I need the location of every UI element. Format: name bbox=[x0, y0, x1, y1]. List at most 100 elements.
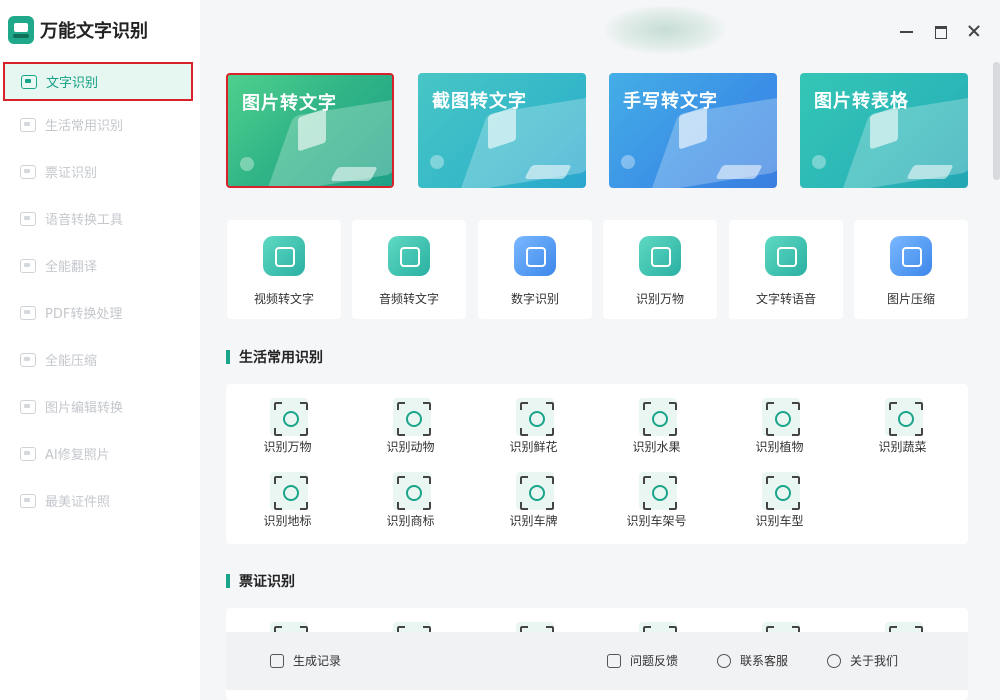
support-button[interactable]: 联系客服 bbox=[717, 652, 788, 669]
id-photo-icon bbox=[20, 493, 36, 508]
sidebar-item-label: PDF转换处理 bbox=[45, 307, 123, 322]
trademark-icon bbox=[393, 472, 431, 510]
sidebar-item-life-recognition[interactable]: 生活常用识别 bbox=[0, 101, 200, 148]
tool-label: 文字转语音 bbox=[755, 292, 816, 306]
section-title-text: 生活常用识别 bbox=[239, 350, 323, 366]
sidebar-nav: 文字识别 生活常用识别 票证识别 语音转换工具 全能翻译 PDF转换处理 全能压… bbox=[0, 60, 200, 524]
maximize-icon[interactable] bbox=[932, 22, 950, 40]
text-tag-icon bbox=[524, 165, 572, 179]
text-tag-icon bbox=[330, 167, 378, 181]
pdf-icon bbox=[20, 305, 36, 320]
banner-image-to-table[interactable]: 图片转表格 bbox=[800, 73, 968, 188]
banner-image-to-text[interactable]: 图片转文字 bbox=[226, 73, 394, 188]
sidebar-item-voice-convert[interactable]: 语音转换工具 bbox=[0, 195, 200, 242]
grid-item-label: 识别地标 bbox=[263, 514, 312, 528]
sidebar-item-label: 最美证件照 bbox=[45, 495, 111, 510]
tool-digit-recognition[interactable]: 数字识别 bbox=[478, 220, 592, 319]
grid-item-label: 识别万物 bbox=[263, 440, 312, 454]
image-edit-icon bbox=[20, 399, 36, 414]
grid-item-car-model[interactable]: 识别车型 bbox=[718, 472, 841, 542]
text-to-speech-icon bbox=[765, 236, 807, 276]
translate-icon bbox=[20, 258, 36, 273]
banner-screenshot-to-text[interactable]: 截图转文字 bbox=[418, 73, 586, 188]
ticket-recognition-icon bbox=[20, 164, 36, 179]
audio-text-icon bbox=[388, 236, 430, 276]
grid-item-label: 识别商标 bbox=[386, 514, 435, 528]
sidebar-item-compress[interactable]: 全能压缩 bbox=[0, 336, 200, 383]
tool-text-to-speech[interactable]: 文字转语音 bbox=[729, 220, 843, 319]
grid-item-recognize-everything[interactable]: 识别万物 bbox=[226, 398, 349, 468]
feedback-icon bbox=[607, 653, 621, 668]
close-icon[interactable] bbox=[966, 22, 984, 40]
tool-audio-to-text[interactable]: 音频转文字 bbox=[352, 220, 466, 319]
scrollbar-thumb[interactable] bbox=[993, 62, 1000, 180]
sidebar-item-label: 生活常用识别 bbox=[45, 119, 124, 134]
chat-icon bbox=[717, 653, 731, 668]
decor-dot bbox=[621, 155, 635, 169]
eye-icon bbox=[270, 398, 308, 436]
ai-repair-icon bbox=[20, 446, 36, 461]
tool-video-to-text[interactable]: 视频转文字 bbox=[227, 220, 341, 319]
banner-title: 图片转文字 bbox=[242, 93, 337, 114]
minimize-icon[interactable] bbox=[898, 22, 916, 40]
banner-handwriting-to-text[interactable]: 手写转文字 bbox=[609, 73, 777, 188]
vin-icon bbox=[639, 472, 677, 510]
grid-item-label: 识别动物 bbox=[386, 440, 435, 454]
sidebar-item-translate[interactable]: 全能翻译 bbox=[0, 242, 200, 289]
grid-item-flower[interactable]: 识别鲜花 bbox=[472, 398, 595, 468]
life-recognition-icon bbox=[20, 117, 36, 132]
app-title: 万能文字识别 bbox=[40, 21, 148, 42]
grid-item-animal[interactable]: 识别动物 bbox=[349, 398, 472, 468]
about-label: 关于我们 bbox=[850, 654, 899, 668]
about-button[interactable]: 关于我们 bbox=[827, 652, 898, 669]
banner-title: 手写转文字 bbox=[623, 91, 718, 112]
grid-item-landmark[interactable]: 识别地标 bbox=[226, 472, 349, 542]
sidebar-item-text-recognition[interactable]: 文字识别 bbox=[3, 62, 193, 101]
section-title-ticket: 票证识别 bbox=[226, 571, 295, 591]
sidebar-item-image-edit[interactable]: 图片编辑转换 bbox=[0, 383, 200, 430]
grid-item-plant[interactable]: 识别植物 bbox=[718, 398, 841, 468]
text-recognition-icon bbox=[21, 74, 37, 89]
tool-image-compress[interactable]: 图片压缩 bbox=[854, 220, 968, 319]
animal-icon bbox=[393, 398, 431, 436]
grid-item-vin[interactable]: 识别车架号 bbox=[595, 472, 718, 542]
sidebar-item-label: 语音转换工具 bbox=[45, 213, 124, 228]
grid-item-label: 识别蔬菜 bbox=[878, 440, 927, 454]
sidebar-item-pdf[interactable]: PDF转换处理 bbox=[0, 289, 200, 336]
grid-item-fruit[interactable]: 识别水果 bbox=[595, 398, 718, 468]
sidebar-item-ticket-recognition[interactable]: 票证识别 bbox=[0, 148, 200, 195]
banner-title: 截图转文字 bbox=[432, 91, 527, 112]
grid-item-label: 识别车牌 bbox=[509, 514, 558, 528]
blurred-avatar[interactable] bbox=[605, 6, 725, 54]
grid-item-label: 识别车型 bbox=[755, 514, 804, 528]
landmark-icon bbox=[270, 472, 308, 510]
tool-recognize-everything[interactable]: 识别万物 bbox=[603, 220, 717, 319]
brand: 万能文字识别 bbox=[8, 16, 148, 44]
car-model-icon bbox=[762, 472, 800, 510]
grid-item-license-plate[interactable]: 识别车牌 bbox=[472, 472, 595, 542]
info-icon bbox=[827, 653, 841, 668]
text-tag-icon bbox=[715, 165, 763, 179]
sidebar: 万能文字识别 文字识别 生活常用识别 票证识别 语音转换工具 全能翻译 PDF转… bbox=[0, 0, 200, 700]
voice-convert-icon bbox=[20, 211, 36, 226]
app-logo-icon bbox=[8, 16, 34, 44]
section-title-life: 生活常用识别 bbox=[226, 347, 323, 367]
grid-item-trademark[interactable]: 识别商标 bbox=[349, 472, 472, 542]
sidebar-item-id-photo[interactable]: 最美证件照 bbox=[0, 477, 200, 524]
sidebar-item-label: 全能压缩 bbox=[45, 354, 98, 369]
tool-label: 音频转文字 bbox=[378, 292, 439, 306]
sidebar-item-label: 图片编辑转换 bbox=[45, 401, 124, 416]
decor-dot bbox=[240, 157, 254, 171]
license-plate-icon bbox=[516, 472, 554, 510]
feedback-button[interactable]: 问题反馈 bbox=[607, 652, 678, 669]
grid-item-vegetable[interactable]: 识别蔬菜 bbox=[841, 398, 964, 468]
sidebar-item-ai-repair[interactable]: AI修复照片 bbox=[0, 430, 200, 477]
sidebar-item-label: 票证识别 bbox=[45, 166, 98, 181]
tool-label: 视频转文字 bbox=[253, 292, 314, 306]
section-bar bbox=[226, 350, 230, 364]
scrollbar[interactable] bbox=[993, 62, 1000, 700]
history-button[interactable]: 生成记录 bbox=[270, 652, 341, 669]
feedback-label: 问题反馈 bbox=[630, 654, 679, 668]
grid-item-label: 识别植物 bbox=[755, 440, 804, 454]
eye-icon bbox=[639, 236, 681, 276]
